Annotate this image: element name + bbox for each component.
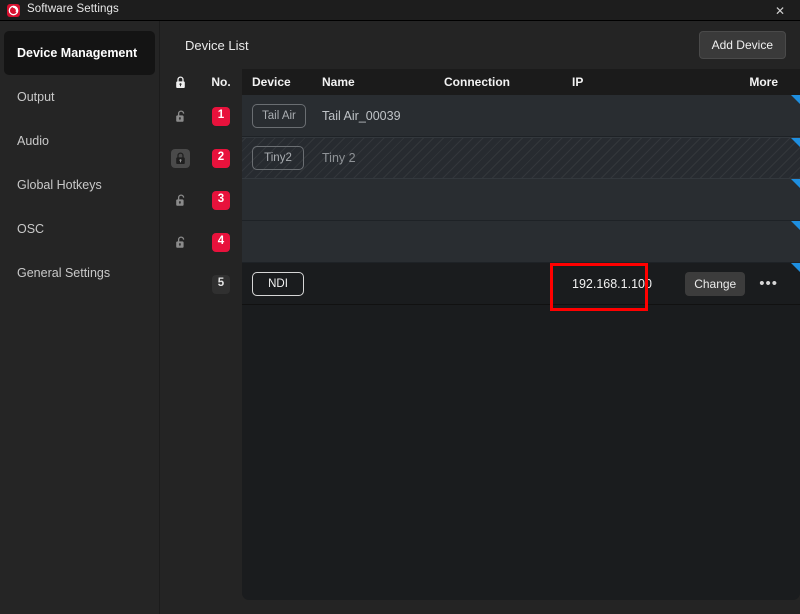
header-lock-cell (160, 73, 200, 92)
row-name-cell: Tiny 2 (314, 151, 444, 165)
unlock-icon[interactable] (171, 191, 190, 210)
row-number-cell: 3 (200, 190, 242, 210)
sidebar-item-device-management[interactable]: Device Management (4, 31, 155, 75)
settings-window: Software Settings ✕ Device Management Ou… (0, 0, 800, 614)
panel-header: Device List Add Device (160, 21, 800, 69)
row-lock-cell[interactable] (160, 233, 200, 252)
row-fields: Tiny2 Tiny 2 (242, 137, 800, 179)
row-name-cell: Tail Air_00039 (314, 109, 444, 123)
sidebar-item-audio[interactable]: Audio (4, 119, 155, 163)
table-row[interactable]: 1 Tail Air Tail Air_00039 (160, 95, 800, 137)
device-list-empty-area (242, 305, 800, 600)
row-number-badge: 4 (212, 232, 230, 252)
corner-marker-icon (791, 221, 800, 230)
more-options-icon[interactable]: ••• (759, 276, 778, 291)
lock-icon[interactable] (170, 148, 190, 168)
sidebar: Device Management Output Audio Global Ho… (0, 21, 160, 614)
row-lock-cell[interactable] (160, 191, 200, 210)
header-fields: Device Name Connection IP More (242, 69, 800, 95)
row-number-badge: 5 (212, 274, 230, 294)
table-header-row: No. Device Name Connection IP More (160, 69, 800, 95)
device-type-chip: NDI (252, 271, 304, 296)
row-lock-cell[interactable] (160, 107, 200, 126)
sidebar-item-global-hotkeys[interactable]: Global Hotkeys (4, 163, 155, 207)
row-more-cell: Change ••• (682, 271, 800, 296)
sidebar-item-label: OSC (17, 222, 45, 236)
sidebar-item-osc[interactable]: OSC (4, 207, 155, 251)
sidebar-item-general-settings[interactable]: General Settings (4, 251, 155, 295)
main-panel: Device List Add Device No. Device Name C… (160, 21, 800, 614)
row-device-cell: Tail Air (242, 103, 314, 128)
page-title: Device List (185, 37, 249, 53)
row-fields (242, 179, 800, 221)
sidebar-item-label: General Settings (17, 266, 111, 280)
sidebar-item-label: Device Management (17, 46, 138, 60)
window-body: Device Management Output Audio Global Ho… (0, 21, 800, 614)
table-row[interactable]: 2 Tiny2 Tiny 2 (160, 137, 800, 179)
header-connection: Connection (444, 75, 510, 89)
add-device-button[interactable]: Add Device (698, 31, 786, 59)
sidebar-item-label: Audio (17, 134, 49, 148)
row-number-cell: 4 (200, 232, 242, 252)
sidebar-item-label: Output (17, 90, 55, 104)
corner-marker-icon (791, 179, 800, 188)
corner-marker-icon (791, 263, 800, 272)
device-name-text: Tail Air_00039 (322, 108, 401, 123)
row-number-badge: 2 (212, 148, 230, 168)
sidebar-item-output[interactable]: Output (4, 75, 155, 119)
row-ip-cell[interactable]: 192.168.1.100 (572, 277, 682, 291)
header-ip: IP (572, 75, 584, 89)
row-number-badge: 1 (212, 106, 230, 126)
row-number-cell: 2 (200, 148, 242, 168)
header-more: More (749, 75, 778, 89)
panel-bottom-gap (160, 600, 800, 614)
unlock-icon[interactable] (171, 233, 190, 252)
row-device-cell: NDI (242, 271, 314, 296)
header-name: Name (322, 75, 355, 89)
row-fields: NDI 192.168.1.100 Change ••• (242, 263, 800, 305)
header-device: Device (252, 75, 291, 89)
table-row[interactable]: 4 (160, 221, 800, 263)
sidebar-item-label: Global Hotkeys (17, 178, 102, 192)
change-ip-button[interactable]: Change (685, 271, 746, 296)
device-type-chip: Tiny2 (252, 146, 304, 170)
app-logo-icon (7, 3, 20, 17)
lock-icon[interactable] (171, 73, 190, 92)
row-fields: Tail Air Tail Air_00039 (242, 95, 800, 137)
row-fields (242, 221, 800, 263)
device-name-text: Tiny 2 (322, 151, 356, 165)
row-number-cell: 1 (200, 106, 242, 126)
table-row[interactable]: 3 (160, 179, 800, 221)
header-no: No. (211, 75, 231, 89)
corner-marker-icon (791, 138, 800, 147)
device-type-chip: Tail Air (252, 103, 306, 128)
title-bar: Software Settings ✕ (0, 0, 800, 21)
unlock-icon[interactable] (171, 107, 190, 126)
device-table: No. Device Name Connection IP More 1 Tai… (160, 69, 800, 600)
row-device-cell: Tiny2 (242, 146, 314, 170)
row-lock-cell[interactable] (160, 148, 200, 168)
corner-marker-icon (791, 95, 800, 104)
window-title: Software Settings (27, 3, 119, 16)
row-number-cell: 5 (200, 274, 242, 294)
ip-address-text: 192.168.1.100 (572, 276, 652, 291)
table-row[interactable]: 5 NDI 192.168.1.100 Change ••• (160, 263, 800, 305)
row-number-badge: 3 (212, 190, 230, 210)
close-icon[interactable]: ✕ (760, 0, 800, 21)
